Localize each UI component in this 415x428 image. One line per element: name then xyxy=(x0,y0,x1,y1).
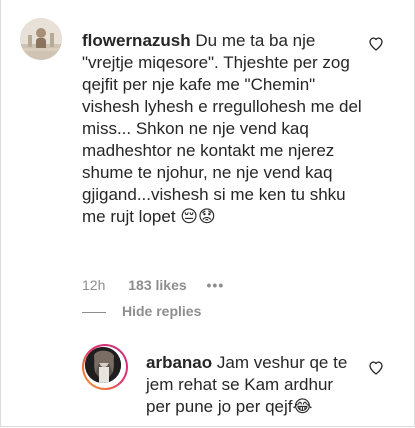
comment-meta: 12h 183 likes ••• xyxy=(82,276,224,294)
comment-thread: flowernazush Du me ta ba nje "vrejtje mi… xyxy=(0,0,415,427)
reply-like-heart-icon[interactable] xyxy=(368,360,384,376)
reply-username[interactable]: arbanao xyxy=(146,353,212,372)
like-heart-icon[interactable] xyxy=(368,36,384,52)
hide-replies-button[interactable]: Hide replies xyxy=(82,303,201,319)
comment-text: Du me ta ba nje "vrejtje miqesore". Thje… xyxy=(82,31,362,226)
hide-replies-label: Hide replies xyxy=(122,303,202,319)
reply-body: arbanao Jam veshur qe te jem rehat se Ka… xyxy=(146,352,356,418)
reply-avatar xyxy=(85,347,121,383)
comment-body: flowernazush Du me ta ba nje "vrejtje mi… xyxy=(82,30,370,228)
story-ring[interactable] xyxy=(82,344,128,390)
comment-timestamp[interactable]: 12h xyxy=(82,277,105,293)
comment-username[interactable]: flowernazush xyxy=(82,31,191,50)
comment-likes-count[interactable]: 183 likes xyxy=(128,277,186,293)
divider-line xyxy=(82,311,106,313)
more-options-icon[interactable]: ••• xyxy=(207,277,225,293)
avatar[interactable] xyxy=(20,18,62,60)
